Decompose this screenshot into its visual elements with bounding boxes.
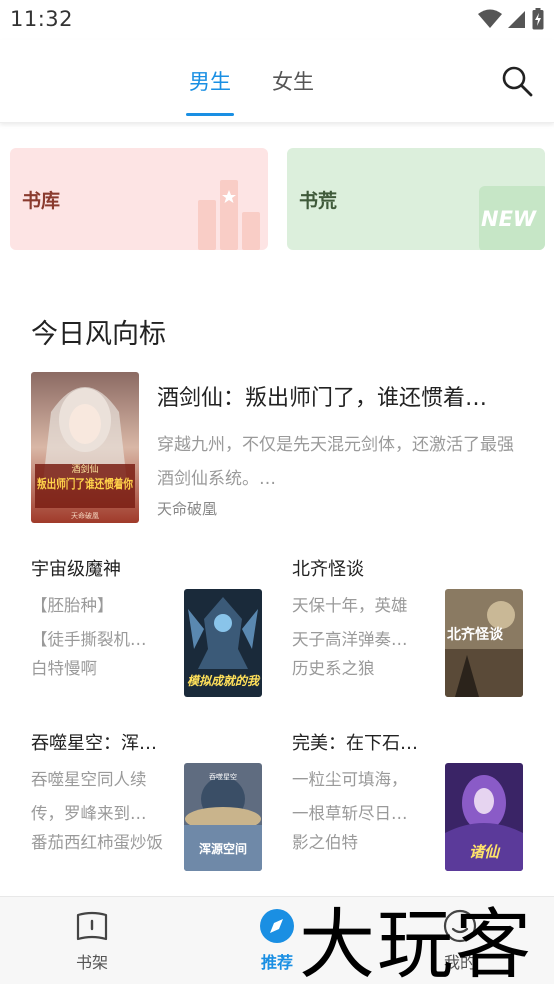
book-description-line: 一根草斩尽日… [292,804,408,823]
book-cover-art: 吞噬星空 浑源空间 [184,763,262,871]
book-description: 一粒尘可填海， 一根草斩尽日… [292,763,434,831]
book-cover-art: 诸仙 [445,763,523,871]
book-cover-small-text: 吞噬星空 [209,772,237,781]
book-cover[interactable]: 吞噬星空 浑源空间 [184,763,262,871]
top-header: 男生 女生 [0,40,554,123]
featured-book-author: 天命破凰 [157,500,218,518]
book-item[interactable]: 北齐怪谈 天保十年，英雄 天子高洋弹奏… 历史系之狼 北齐怪谈 [292,555,528,697]
book-description-line: 【胚胎种】 [31,596,114,615]
book-author: 白特慢啊 [31,659,97,678]
new-badge-icon: NEW [479,186,545,250]
book-shortage-label: 书荒 [299,190,338,212]
nav-bookshelf[interactable]: 书架 [52,907,132,973]
bar-chart-deco-icon [198,180,260,250]
book-title: 吞噬星空：浑… [31,733,157,754]
active-tab-indicator [186,113,234,116]
featured-cover-small-text: 酒剑仙 [71,463,98,475]
watermark-text: 大玩客 [299,900,533,984]
new-badge-text: NEW [481,207,537,231]
book-title: 北齐怪谈 [292,559,364,580]
featured-book-description: 穿越九州，不仅是先天混元剑体，还激活了最强酒剑仙系统。… [157,435,514,489]
book-description-line: 【徒手撕裂机… [31,630,147,649]
book-shelf-icon [76,911,108,941]
signal-icon [508,11,525,28]
book-cover[interactable]: 模拟成就的我 [184,589,262,697]
featured-book[interactable]: 酒剑仙 叛出师门了谁还惯着你 天命破凰 酒剑仙：叛出师门了，谁还惯着… 穿越九州… [31,372,531,524]
wifi-icon [478,9,502,28]
battery-charging-icon [532,8,544,30]
book-author: 番茄西红柿蛋炒饭 [31,833,163,852]
tab-male[interactable]: 男生 [189,66,231,96]
book-description-line: 天子高洋弹奏… [292,630,408,649]
book-title: 完美：在下石… [292,733,418,754]
book-cover-text: 模拟成就的我 [187,674,261,688]
book-author: 影之伯特 [292,833,358,852]
book-cover[interactable]: 北齐怪谈 [445,589,523,697]
book-description: 天保十年，英雄 天子高洋弹奏… [292,589,434,657]
status-bar: 11:32 [0,0,554,40]
book-item[interactable]: 宇宙级魔神 【胚胎种】 【徒手撕裂机… 白特慢啊 模拟成就的我 [31,555,267,697]
book-library-card[interactable]: 书库 [10,148,268,250]
book-description-line: 吞噬星空同人续 [31,770,147,789]
book-description-line: 天保十年，英雄 [292,596,408,615]
book-cover-art: 模拟成就的我 [184,589,262,697]
book-description: 【胚胎种】 【徒手撕裂机… [31,589,173,657]
book-item[interactable]: 吞噬星空：浑… 吞噬星空同人续 传，罗峰来到… 番茄西红柿蛋炒饭 吞噬星空 浑源… [31,729,267,871]
book-library-label: 书库 [22,190,61,212]
featured-cover-art: 酒剑仙 叛出师门了谁还惯着你 天命破凰 [31,372,139,523]
book-description-line: 一粒尘可填海， [292,770,408,789]
book-cover-text: 浑源空间 [199,841,247,856]
book-cover-text: 诸仙 [469,843,501,861]
status-icons [478,8,544,30]
section-title: 今日风向标 [31,319,166,350]
book-item[interactable]: 完美：在下石… 一粒尘可填海， 一根草斩尽日… 影之伯特 诸仙 [292,729,528,871]
book-cover-art: 北齐怪谈 [445,589,523,697]
tab-female[interactable]: 女生 [272,66,314,96]
featured-book-title: 酒剑仙：叛出师门了，谁还惯着… [157,386,488,411]
book-author: 历史系之狼 [292,659,375,678]
book-description: 吞噬星空同人续 传，罗峰来到… [31,763,173,831]
watermark-logo: 大玩客 [299,900,533,984]
search-icon[interactable] [500,64,534,98]
featured-cover-author-text: 天命破凰 [71,511,99,520]
nav-bookshelf-label: 书架 [75,953,108,972]
book-description-line: 传，罗峰来到… [31,804,147,823]
featured-cover-title-text: 叛出师门了谁还惯着你 [37,476,133,491]
status-time: 11:32 [10,7,74,31]
book-cover-text: 北齐怪谈 [447,626,504,643]
featured-book-cover[interactable]: 酒剑仙 叛出师门了谁还惯着你 天命破凰 [31,372,139,523]
book-cover[interactable]: 诸仙 [445,763,523,871]
book-shortage-card[interactable]: 书荒 NEW [287,148,545,250]
book-title: 宇宙级魔神 [31,559,121,580]
